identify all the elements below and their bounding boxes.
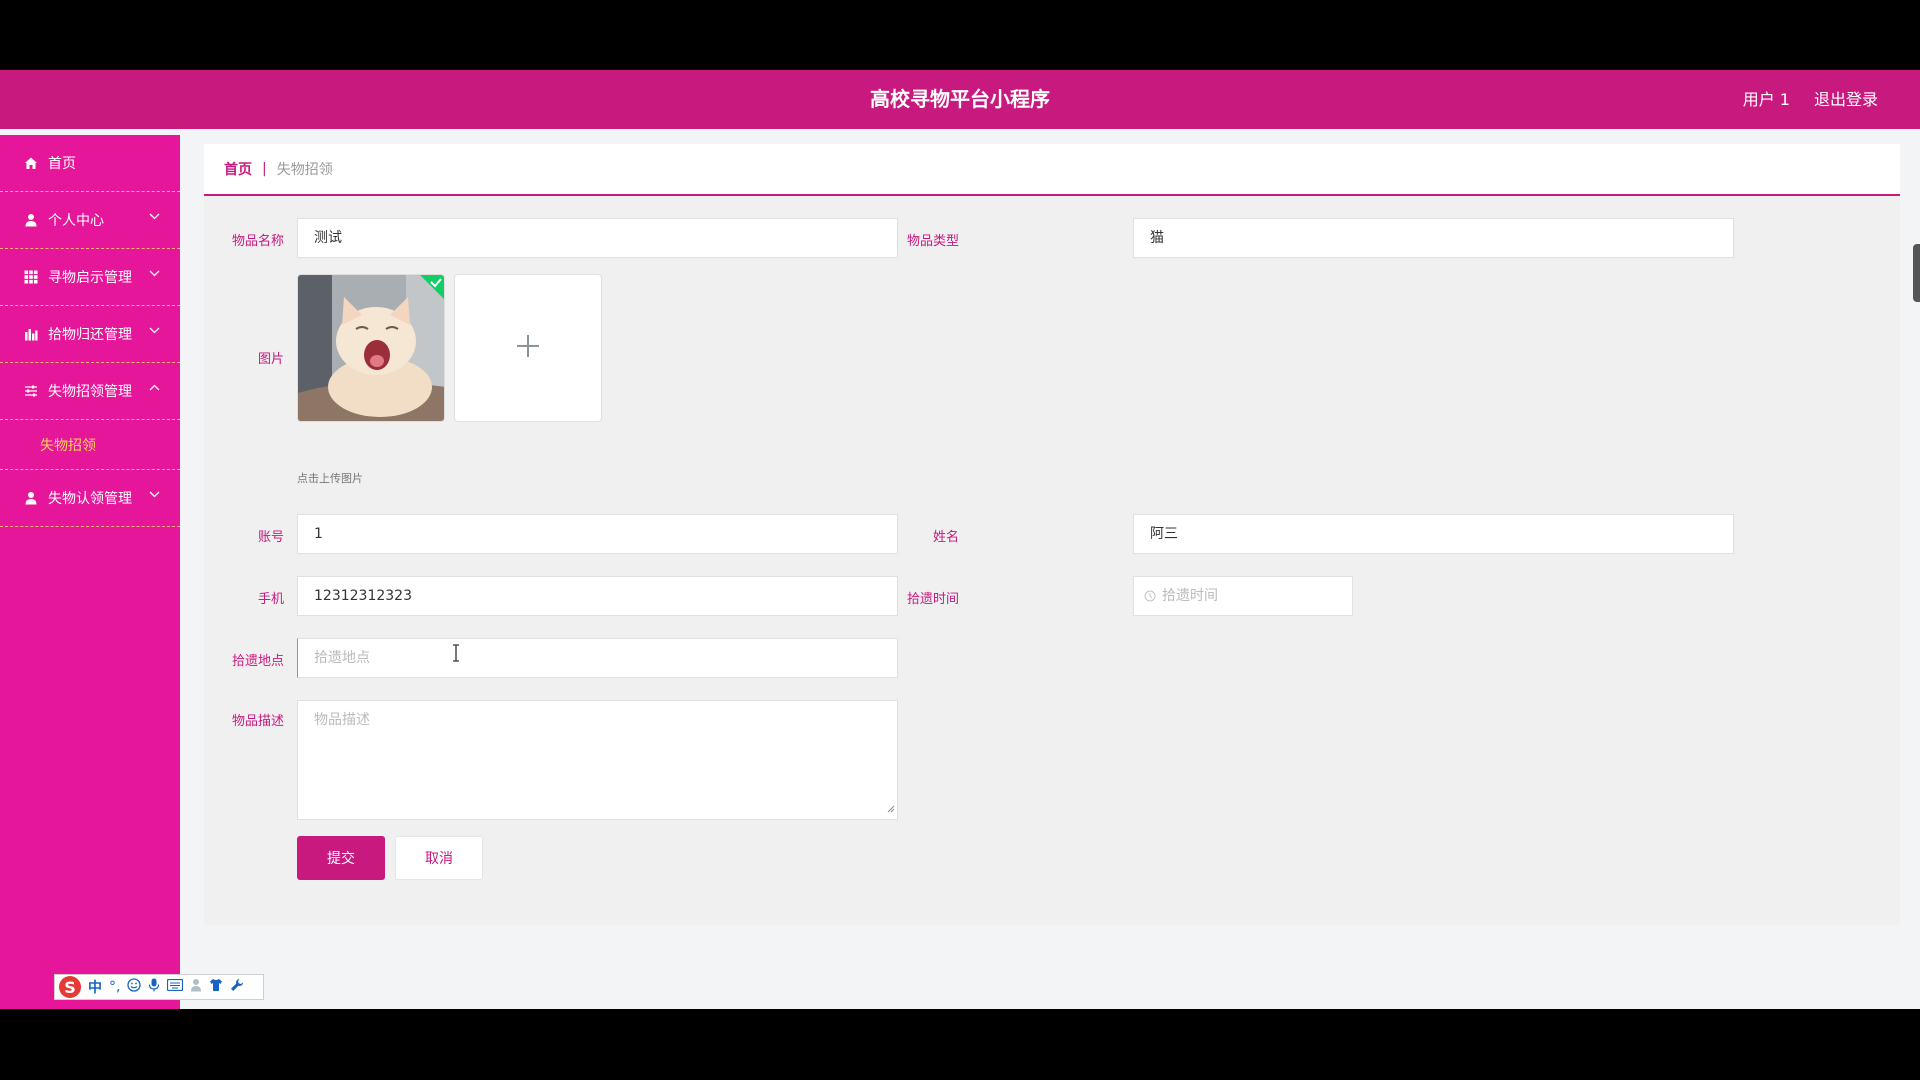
- sidebar-item-label: 拾物归还管理: [48, 327, 132, 343]
- sidebar-item-claim-management[interactable]: 失物认领管理: [0, 470, 180, 527]
- cancel-button[interactable]: 取消: [395, 836, 483, 880]
- item-type-input[interactable]: 猫: [1133, 218, 1734, 258]
- sidebar-item-label: 个人中心: [48, 213, 104, 229]
- chart-icon: [24, 327, 38, 341]
- user-icon: [24, 491, 38, 505]
- user-icon: [24, 213, 38, 227]
- chevron-down-icon: [149, 488, 160, 501]
- emoji-icon[interactable]: [127, 978, 142, 996]
- item-name-input[interactable]: 测试: [297, 218, 898, 258]
- description-textarea[interactable]: 物品描述: [297, 700, 898, 820]
- uploaded-cat-image[interactable]: [297, 274, 445, 422]
- app-title: 高校寻物平台小程序: [870, 87, 1050, 111]
- breadcrumb: 首页 | 失物招领: [204, 144, 1900, 196]
- description-placeholder: 物品描述: [314, 712, 370, 728]
- sidebar-subitem-lost-found[interactable]: 失物招领: [0, 420, 180, 470]
- text-cursor-icon: [451, 644, 461, 666]
- sidebar-item-lost-found-management[interactable]: 失物招领管理: [0, 363, 180, 420]
- upload-hint: 点击上传图片: [297, 472, 363, 485]
- description-label: 物品描述: [231, 714, 284, 729]
- chevron-down-icon: [149, 210, 160, 223]
- header-gap: [0, 129, 1920, 135]
- image-label: 图片: [257, 352, 284, 367]
- sidebar-item-label: 寻物启示管理: [48, 270, 132, 286]
- user-avatar-icon[interactable]: [190, 978, 202, 996]
- breadcrumb-separator: |: [262, 161, 267, 177]
- ime-punctuation-toggle[interactable]: °,: [109, 979, 120, 995]
- top-bar: 高校寻物平台小程序 用户 1 退出登录: [0, 70, 1920, 129]
- sidebar-item-home[interactable]: 首页: [0, 135, 180, 192]
- account-input[interactable]: 1: [297, 514, 898, 554]
- clock-icon: [1144, 590, 1156, 602]
- plus-icon: [515, 333, 541, 363]
- pickup-time-label: 拾遗时间: [906, 592, 959, 607]
- current-user: 用户 1: [1742, 90, 1790, 109]
- name-input[interactable]: 阿三: [1133, 514, 1734, 554]
- app-screen: 高校寻物平台小程序 用户 1 退出登录 首页 个人中心 寻物启示管理 拾物归还管…: [0, 70, 1920, 1009]
- item-name-label: 物品名称: [231, 234, 284, 249]
- sogou-logo-icon[interactable]: S: [59, 976, 81, 998]
- breadcrumb-current: 失物招领: [276, 162, 333, 178]
- submit-button[interactable]: 提交: [297, 836, 385, 880]
- phone-label: 手机: [257, 592, 284, 607]
- sidebar-item-label: 失物招领管理: [48, 384, 132, 400]
- sliders-icon: [24, 384, 38, 398]
- sidebar-item-personal-center[interactable]: 个人中心: [0, 192, 180, 249]
- pickup-place-label: 拾遗地点: [231, 654, 284, 669]
- sidebar-item-found-return[interactable]: 拾物归还管理: [0, 306, 180, 363]
- skin-shirt-icon[interactable]: [209, 978, 223, 996]
- ime-toolbar: S 中 °,: [54, 974, 264, 1000]
- image-upload-button[interactable]: [454, 274, 602, 422]
- ime-mode-toggle[interactable]: 中: [88, 977, 102, 997]
- sidebar: 首页 个人中心 寻物启示管理 拾物归还管理 失物招领管理 失物招领 失物认领管理: [0, 135, 180, 1009]
- account-label: 账号: [257, 530, 284, 545]
- resize-handle-icon: [887, 801, 895, 817]
- keyboard-icon[interactable]: [167, 978, 184, 995]
- breadcrumb-home[interactable]: 首页: [224, 159, 252, 179]
- main-content: 首页 | 失物招领 物品名称 测试 物品类型 猫 图片 点击上传图片 账号 1 …: [204, 144, 1900, 925]
- chevron-down-icon: [149, 324, 160, 337]
- sidebar-item-label: 首页: [48, 156, 76, 172]
- edge-scroll-tab[interactable]: [1913, 244, 1920, 302]
- sidebar-item-label: 失物认领管理: [48, 491, 132, 507]
- pickup-place-input[interactable]: 拾遗地点: [297, 638, 898, 678]
- pickup-time-picker[interactable]: 拾遗时间: [1133, 576, 1353, 616]
- grid-icon: [24, 270, 38, 284]
- chevron-up-icon: [149, 381, 160, 394]
- sidebar-item-lost-notice[interactable]: 寻物启示管理: [0, 249, 180, 306]
- microphone-icon[interactable]: [148, 978, 160, 996]
- wrench-tools-icon[interactable]: [230, 978, 244, 996]
- phone-input[interactable]: 12312312323: [297, 576, 898, 616]
- name-label: 姓名: [932, 530, 959, 545]
- logout-link[interactable]: 退出登录: [1814, 70, 1878, 129]
- item-type-label: 物品类型: [906, 234, 959, 249]
- home-icon: [24, 156, 38, 170]
- pickup-time-placeholder: 拾遗时间: [1162, 588, 1218, 604]
- chevron-down-icon: [149, 267, 160, 280]
